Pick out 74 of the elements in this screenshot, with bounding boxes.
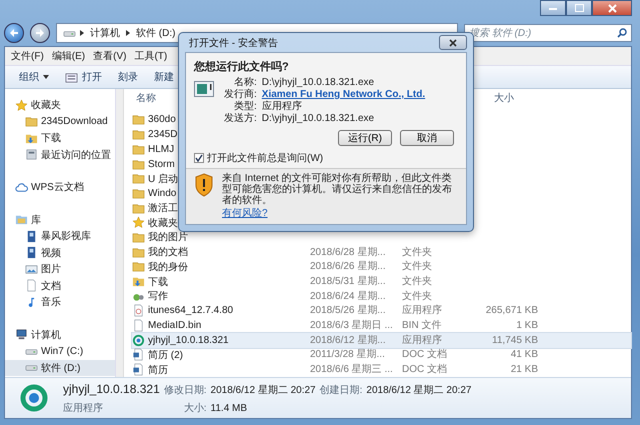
field-value: 应用程序 [262, 101, 303, 113]
detail-value: 2018/6/12 星期二 20:27 [366, 384, 472, 396]
file-name: itunes64_12.7.4.80 [148, 305, 234, 316]
file-date: 2018/6/24 星期... [310, 290, 387, 303]
sidebar-label: WPS云文档 [31, 180, 84, 194]
file-name: MediaID.bin [148, 320, 202, 332]
sidebar-label: 最近访问的位置 [41, 148, 111, 162]
file-type: 应用程序 [63, 402, 104, 414]
file-name: 收藏夹 [148, 216, 178, 230]
sidebar-label: 视频 [41, 246, 61, 260]
file-date: 2011/3/28 星期... [310, 348, 386, 362]
file-date: 2018/5/31 星期... [310, 275, 387, 288]
field-label: 发送方: [224, 113, 257, 125]
sidebar-label: 音乐 [41, 296, 61, 310]
field-label: 发行商: [224, 89, 257, 100]
field-label: 名称: [233, 77, 257, 88]
dialog-heading: 您想运行此文件吗? [194, 60, 290, 74]
file-name: 2345D [148, 129, 178, 140]
sidebar-label: 下载 [41, 132, 61, 146]
file-date: 2018/6/3 星期日 ... [310, 319, 394, 332]
file-name: 激活工 [148, 202, 178, 216]
file-type: 文件夹 [402, 246, 433, 259]
file-type: 文件夹 [402, 260, 433, 274]
file-type: DOC 文档 [402, 348, 448, 362]
sidebar-label: Win7 (C:) [41, 346, 84, 357]
warning-text: 来自 Internet 的文件可能对你有所帮助，但此文件类型可能危害您的计算机。请仅运行来自您信任的发布者的软件。 [222, 173, 453, 206]
file-name: 360do [148, 114, 176, 126]
sidebar-label: 2345Download [41, 116, 108, 128]
detail-label: 创建日期: [320, 384, 362, 396]
file-size: 21 KB [510, 363, 538, 376]
file-name: yjhyjl_10.0.18.321 [148, 334, 229, 346]
file-date: 2018/6/28 星期... [310, 246, 387, 259]
field-value: D:\yjhyjl_10.0.18.321.exe [262, 113, 376, 125]
file-size: 265,671 KB [484, 304, 538, 318]
file-name: U 启动 [148, 172, 178, 186]
detail-label: 修改日期: [164, 384, 207, 396]
detail-label: 大小: [182, 402, 207, 414]
file-date: 2018/6/26 星期... [310, 260, 387, 274]
sidebar-label: 软件 (D:) [41, 362, 80, 375]
field-label: 类型: [233, 101, 257, 112]
sidebar-label: 图片 [41, 262, 61, 276]
field-value: D:\yjhyjl_10.0.18.321.exe [262, 77, 376, 89]
file-name: 写作 [148, 290, 168, 304]
file-date: 2018/6/12 星期... [310, 334, 387, 347]
file-name: 简历 [148, 364, 168, 377]
file-name: 下载 [148, 276, 168, 289]
file-size: 41 KB [510, 348, 538, 362]
file-type: DOC 文档 [402, 363, 448, 376]
file-date: 2018/6/6 星期三 ... [310, 363, 394, 376]
detail-value: 11.4 MB [210, 402, 248, 414]
file-name: HLMJ [148, 144, 174, 155]
file-size: 11,745 KB [491, 334, 538, 347]
file-type: BIN 文件 [402, 319, 442, 332]
file-date: 2018/5/26 星期... [310, 304, 387, 318]
file-name: Storm [148, 158, 175, 170]
file-type: 应用程序 [402, 334, 443, 347]
dialog-title: 打开文件 - 安全警告 [188, 36, 278, 50]
sidebar-label: 收藏夹 [31, 98, 61, 112]
file-type: 文件夹 [402, 290, 433, 303]
file-type: 应用程序 [402, 304, 443, 318]
sidebar-label: 文档 [41, 280, 61, 293]
file-name: 我的图片 [148, 230, 188, 244]
file-name: 我的身份 [148, 260, 188, 274]
file-name: 简历 (2) [148, 348, 183, 362]
sidebar-label: 计算机 [31, 328, 61, 342]
file-type: 文件夹 [402, 275, 433, 288]
file-name: 我的文档 [148, 246, 188, 260]
file-name: yjhyjl_10.0.18.321 [63, 382, 160, 396]
sidebar-label: 暴风影视库 [41, 230, 91, 244]
detail-value: 2018/6/12 星期二 20:27 [210, 384, 316, 396]
file-size: 1 KB [515, 319, 538, 332]
file-name: Windo [148, 188, 176, 199]
checkbox-label: 打开此文件前总是询问(W) [207, 152, 324, 165]
sidebar-label: 库 [31, 214, 41, 227]
